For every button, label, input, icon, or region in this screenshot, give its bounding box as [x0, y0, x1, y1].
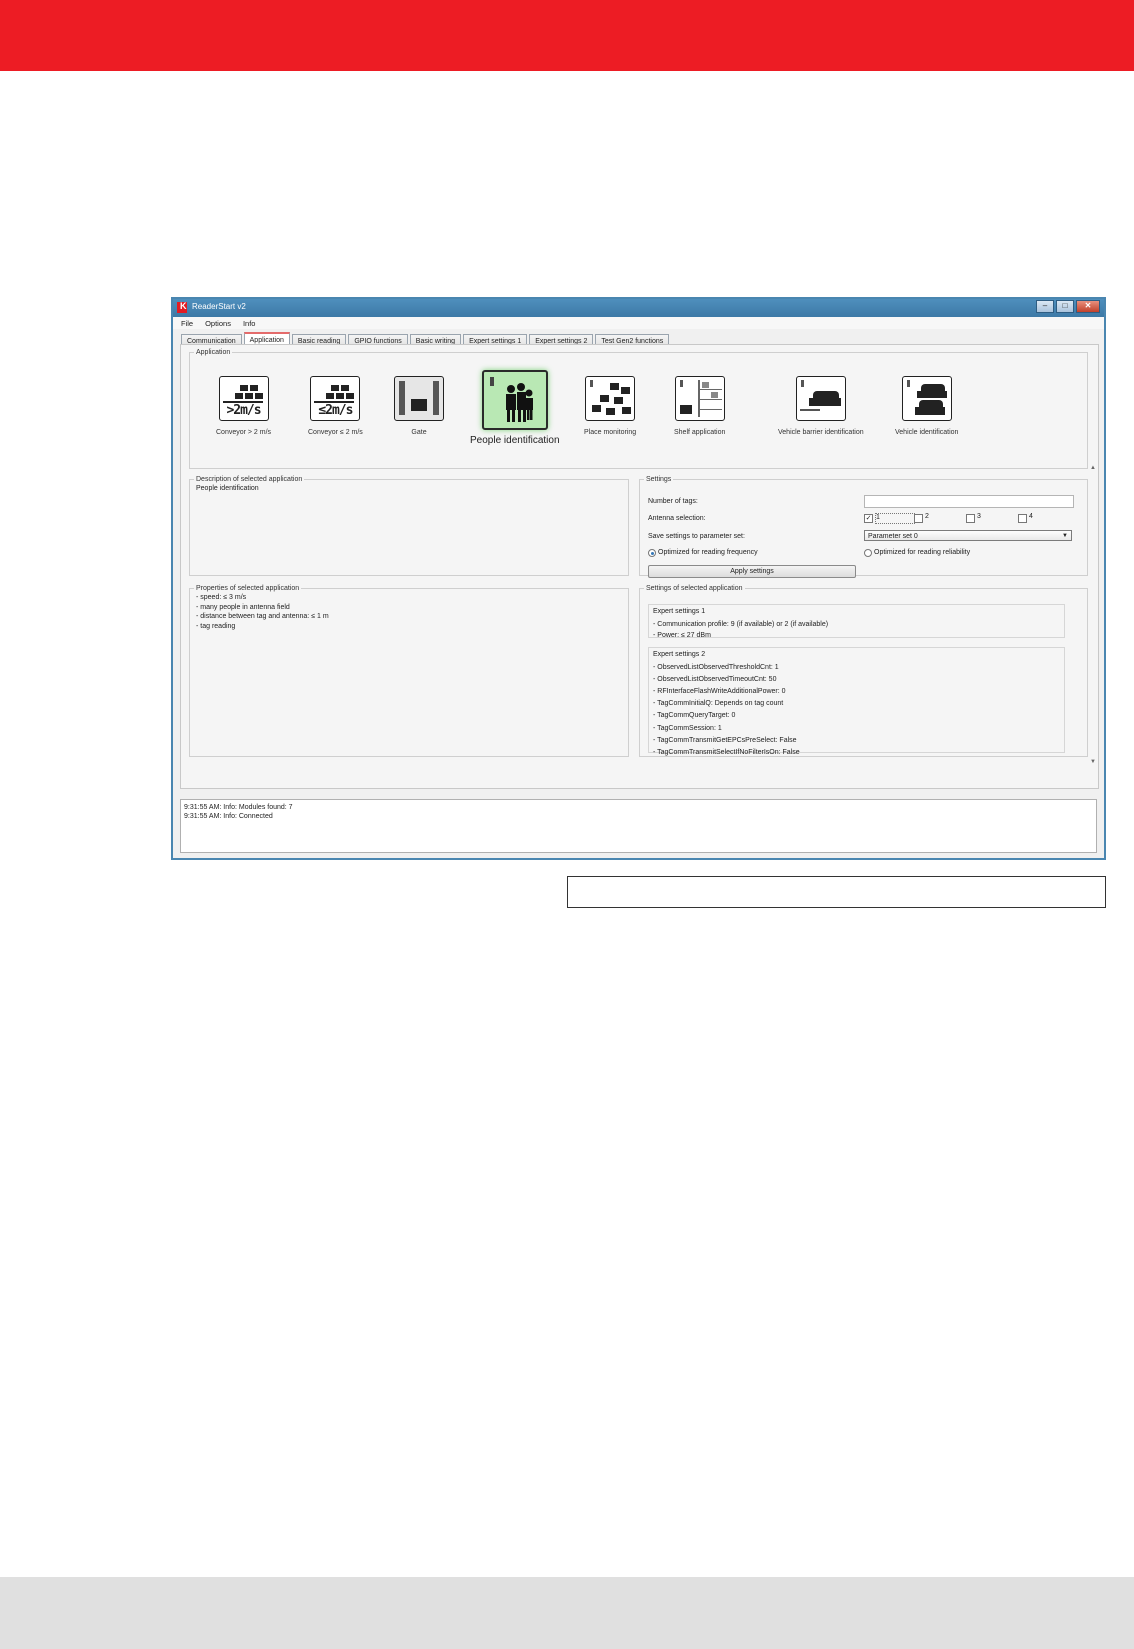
app-label: Vehicle identification [895, 429, 959, 436]
expert-setting-line: - ObservedListObservedThresholdCnt: 1 [653, 663, 779, 671]
minimize-button[interactable]: – [1036, 300, 1054, 313]
chevron-down-icon: ▼ [1062, 533, 1068, 539]
reading-frequency-radio[interactable] [648, 549, 656, 557]
property-line: - speed: ≤ 3 m/s [196, 594, 247, 601]
expert-setting-line: - TagCommTransmitGetEPCsPreSelect: False [653, 736, 797, 744]
antenna-1-label: 1 [875, 513, 915, 524]
app-place-monitoring[interactable]: Place monitoring [584, 376, 636, 436]
expert-setting-line: - ObservedListObservedTimeoutCnt: 50 [653, 675, 777, 683]
properties-group: Properties of selected application - spe… [189, 585, 629, 757]
footer-band [0, 1577, 1134, 1649]
title-bar: K ReaderStart v2 – □ ✕ [173, 299, 1104, 317]
app-label: Place monitoring [584, 429, 637, 436]
app-window: K ReaderStart v2 – □ ✕ File Options Info… [171, 297, 1106, 860]
app-label: Conveyor > 2 m/s [216, 429, 272, 436]
expert-settings-1-box: Expert settings 1 - Communication profil… [648, 604, 1065, 639]
antenna-selection-label: Antenna selection: [648, 515, 706, 522]
app-logo-icon: K [177, 301, 187, 313]
reading-reliability-label: Optimized for reading reliability [874, 549, 971, 556]
antenna-4-label: 4 [1029, 513, 1033, 520]
app-conveyor-fast[interactable]: >2m/s Conveyor > 2 m/s [216, 376, 271, 436]
vehicle-icon [901, 376, 952, 421]
window-title: ReaderStart v2 [192, 302, 246, 311]
property-line: - tag reading [196, 622, 236, 630]
expert-settings-2-title: Expert settings 2 [653, 651, 706, 658]
conveyor-fast-icon: >2m/s [218, 376, 269, 421]
menu-bar: File Options Info [173, 317, 1104, 329]
vertical-scrollbar[interactable]: ▲ ▼ [1089, 465, 1098, 765]
number-of-tags-label: Number of tags: [648, 498, 698, 505]
parameter-set-label: Save settings to parameter set: [648, 533, 745, 540]
antenna-2-label: 2 [925, 513, 929, 520]
menu-options[interactable]: Options [205, 319, 231, 328]
app-label: Vehicle barrier identification [778, 429, 864, 436]
menu-info[interactable]: Info [243, 319, 256, 328]
description-legend: Description of selected application [196, 476, 303, 483]
antenna-4-checkbox[interactable] [1018, 514, 1027, 523]
reading-reliability-radio[interactable] [864, 549, 872, 557]
selected-settings-legend: Settings of selected application [646, 585, 743, 592]
description-text: People identification [196, 485, 259, 492]
antenna-2-checkbox[interactable] [914, 514, 923, 523]
number-of-tags-input[interactable] [864, 495, 1074, 508]
expert-settings-1-title: Expert settings 1 [653, 608, 706, 615]
application-group: Application >2m/s Conveyor > 2 m/s ≤2m/s… [189, 349, 1088, 469]
property-line: - distance between tag and antenna: ≤ 1 … [196, 613, 329, 620]
parameter-set-select[interactable]: Parameter set 0 ▼ [864, 530, 1072, 541]
shelf-icon [674, 376, 725, 421]
log-line: 9:31:55 AM: Info: Modules found: 7 [184, 804, 293, 811]
log-panel[interactable]: 9:31:55 AM: Info: Modules found: 7 9:31:… [180, 799, 1097, 853]
antenna-3-label: 3 [977, 513, 981, 520]
menu-file[interactable]: File [181, 319, 193, 328]
maximize-button[interactable]: □ [1056, 300, 1074, 313]
app-label: Gate [411, 429, 427, 436]
properties-legend: Properties of selected application [196, 585, 300, 592]
expert-setting-line: - TagCommInitialQ: Depends on tag count [653, 700, 784, 708]
apply-settings-button[interactable]: Apply settings [648, 565, 856, 578]
app-shelf-application[interactable]: Shelf application [674, 376, 725, 436]
expert-setting-line: - TagCommTransmitSelectIfNoFilterIsOn: F… [653, 748, 800, 756]
gate-icon [394, 376, 444, 421]
people-icon [481, 370, 548, 430]
expert-setting-line: - TagCommSession: 1 [653, 724, 722, 732]
app-label: Conveyor ≤ 2 m/s [308, 429, 363, 436]
close-button[interactable]: ✕ [1076, 300, 1100, 313]
app-vehicle-identification[interactable]: Vehicle identification [895, 376, 958, 436]
scroll-up-icon[interactable]: ▲ [1090, 465, 1096, 471]
description-group: Description of selected application Peop… [189, 476, 629, 576]
app-vehicle-barrier-identification[interactable]: Vehicle barrier identification [778, 376, 864, 436]
property-line: - many people in antenna field [196, 603, 290, 611]
empty-frame [567, 876, 1106, 908]
expert-setting-line: - Power: ≤ 27 dBm [653, 631, 711, 639]
antenna-1-checkbox[interactable]: ✓ [864, 514, 873, 523]
reading-frequency-label: Optimized for reading frequency [658, 549, 758, 556]
antenna-3-checkbox[interactable] [966, 514, 975, 523]
expert-setting-line: - TagCommQueryTarget: 0 [653, 712, 736, 720]
expert-settings-2-box: Expert settings 2 - ObservedListObserved… [648, 647, 1065, 756]
header-band [0, 0, 1134, 71]
expert-setting-line: - Communication profile: 9 (if available… [653, 620, 829, 628]
app-conveyor-slow[interactable]: ≤2m/s Conveyor ≤ 2 m/s [308, 376, 363, 436]
app-gate[interactable]: Gate [394, 376, 444, 436]
app-people-identification[interactable]: People identification [470, 370, 560, 446]
scroll-down-icon[interactable]: ▼ [1090, 759, 1096, 765]
settings-group: Settings Number of tags: Antenna selecti… [639, 476, 1088, 578]
app-label: People identification [470, 435, 560, 446]
log-line: 9:31:55 AM: Info: Connected [184, 813, 273, 820]
app-label: Shelf application [674, 429, 726, 436]
expert-setting-line: - RFInterfaceFlashWriteAdditionalPower: … [653, 687, 786, 695]
application-legend: Application [196, 349, 231, 356]
settings-legend: Settings [646, 476, 672, 483]
tab-content: Application >2m/s Conveyor > 2 m/s ≤2m/s… [180, 344, 1099, 789]
selected-settings-group: Settings of selected application Expert … [639, 585, 1088, 757]
place-monitoring-icon [585, 376, 636, 421]
vehicle-barrier-icon [795, 376, 846, 421]
conveyor-slow-icon: ≤2m/s [310, 376, 361, 421]
